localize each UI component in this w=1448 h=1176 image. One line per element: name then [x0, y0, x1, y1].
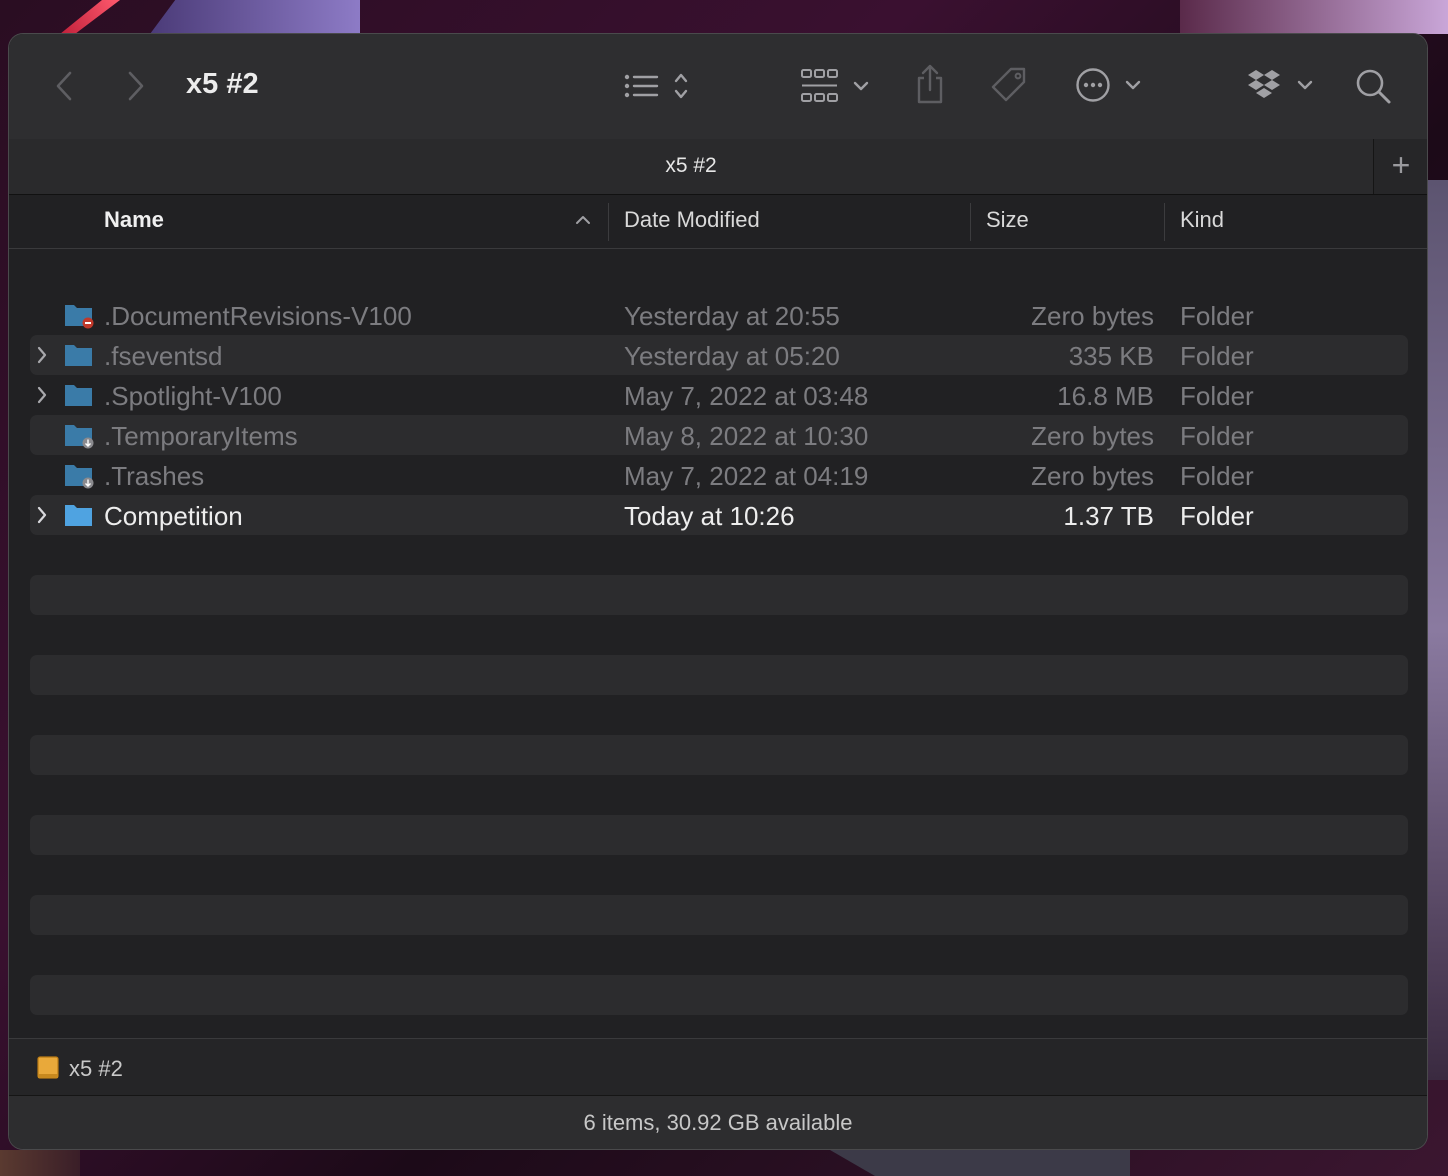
wallpaper-shape [150, 0, 360, 34]
list-view-button[interactable] [621, 69, 697, 103]
path-bar-label[interactable]: x5 #2 [69, 1056, 123, 1082]
column-kind[interactable]: Kind [1180, 207, 1224, 233]
status-text: 6 items, 30.92 GB available [583, 1110, 853, 1135]
more-actions-button[interactable] [1075, 66, 1145, 106]
finder-window: x5 #2 x5 #2 + Name Date Modified Size Ki… [9, 34, 1427, 1149]
file-row[interactable]: .TemporaryItems May 8, 2022 at 10:30 Zero … [30, 415, 1408, 455]
empty-row [30, 815, 1408, 855]
empty-row [30, 935, 1408, 975]
file-kind: Folder [1180, 341, 1254, 371]
column-name[interactable]: Name [104, 207, 164, 233]
file-size: 335 KB [1068, 341, 1154, 371]
file-row[interactable]: .Spotlight-V100 May 7, 2022 at 03:48 16.8 … [30, 375, 1408, 415]
wallpaper-shape [1180, 0, 1448, 34]
date-modified: May 7, 2022 at 03:48 [624, 381, 869, 411]
empty-row [30, 615, 1408, 655]
file-size: 16.8 MB [1057, 381, 1154, 411]
dropbox-button[interactable] [1247, 68, 1317, 104]
empty-row [30, 575, 1408, 615]
file-kind: Folder [1180, 381, 1254, 411]
file-row[interactable]: .DocumentRevisions-V100 Yesterday at 20:5… [30, 295, 1408, 335]
status-bar: 6 items, 30.92 GB available [9, 1095, 1427, 1149]
empty-row [30, 775, 1408, 815]
file-kind: Folder [1180, 501, 1254, 531]
window-title: x5 #2 [186, 68, 259, 100]
wallpaper-shape [0, 1150, 80, 1176]
empty-row [30, 655, 1408, 695]
column-date-modified[interactable]: Date Modified [624, 207, 760, 233]
date-modified: May 8, 2022 at 10:30 [624, 421, 869, 451]
file-row[interactable]: .Trashes May 7, 2022 at 04:19 Zero bytes Fo… [30, 455, 1408, 495]
search-icon[interactable] [1353, 66, 1393, 106]
date-modified: Today at 10:26 [624, 501, 795, 531]
wallpaper-shape [60, 0, 120, 34]
file-name: .Spotlight-V100 [104, 381, 282, 411]
folder-icon [63, 460, 95, 495]
empty-row [30, 975, 1408, 1015]
file-size: Zero bytes [1031, 421, 1154, 451]
file-name: .Trashes [104, 461, 205, 491]
file-name: .DocumentRevisions-V100 [104, 301, 412, 331]
column-divider[interactable] [970, 203, 971, 241]
folder-icon [63, 500, 95, 535]
sort-ascending-icon [575, 213, 591, 231]
wallpaper-shape [1428, 180, 1448, 1080]
folder-icon [63, 340, 95, 375]
column-divider[interactable] [1164, 203, 1165, 241]
date-modified: Yesterday at 20:55 [624, 301, 840, 331]
date-modified: May 7, 2022 at 04:19 [624, 461, 869, 491]
file-list: .DocumentRevisions-V100 Yesterday at 20:5… [9, 248, 1427, 1072]
ellipsis-circle-icon [1076, 68, 1141, 102]
empty-row [30, 535, 1408, 575]
file-name: .fseventsd [104, 341, 223, 371]
empty-row [30, 695, 1408, 735]
dropbox-icon [1248, 70, 1313, 98]
disclosure-chevron-icon[interactable] [36, 505, 48, 530]
tag-icon[interactable] [989, 65, 1029, 105]
file-kind: Folder [1180, 421, 1254, 451]
group-button[interactable] [799, 67, 873, 105]
file-row[interactable]: .fseventsd Yesterday at 05:20 335 KB Folder [30, 335, 1408, 375]
file-kind: Folder [1180, 461, 1254, 491]
file-kind: Folder [1180, 301, 1254, 331]
share-icon[interactable] [913, 62, 947, 106]
folder-icon [63, 380, 95, 415]
drive-icon[interactable] [36, 1055, 60, 1086]
folder-icon [63, 300, 95, 335]
tab-current[interactable]: x5 #2 [9, 154, 1373, 178]
column-divider[interactable] [608, 203, 609, 241]
chevron-left-icon[interactable] [49, 67, 79, 105]
disclosure-chevron-icon[interactable] [36, 345, 48, 370]
new-tab-button[interactable]: + [1373, 139, 1427, 194]
list-view-icon [624, 73, 688, 99]
file-name: .TemporaryItems [104, 421, 298, 451]
date-modified: Yesterday at 05:20 [624, 341, 840, 371]
file-size: Zero bytes [1031, 301, 1154, 331]
file-name: Competition [104, 501, 243, 531]
wallpaper-shape [830, 1150, 1130, 1176]
disclosure-chevron-icon[interactable] [36, 385, 48, 410]
empty-row [30, 855, 1408, 895]
chevron-right-icon[interactable] [121, 67, 151, 105]
empty-row [30, 735, 1408, 775]
empty-row [30, 895, 1408, 935]
file-size: Zero bytes [1031, 461, 1154, 491]
column-size[interactable]: Size [986, 207, 1029, 233]
column-header: Name Date Modified Size Kind [9, 195, 1427, 249]
path-bar: x5 #2 [9, 1038, 1427, 1095]
folder-icon [63, 420, 95, 455]
file-row[interactable]: Competition Today at 10:26 1.37 TB Folder [30, 495, 1408, 535]
toolbar: x5 #2 [9, 34, 1427, 139]
grid-group-icon [801, 69, 869, 102]
file-size: 1.37 TB [1063, 501, 1154, 531]
tab-bar: x5 #2 + [9, 139, 1427, 195]
